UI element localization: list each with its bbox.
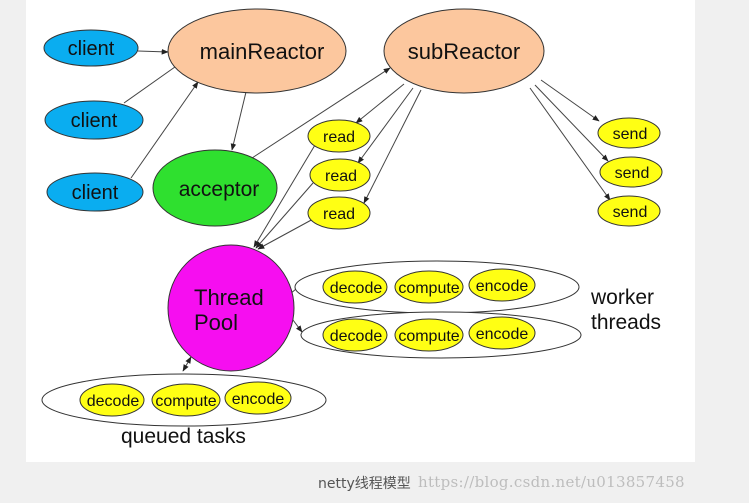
sub-reactor-label: subReactor bbox=[408, 39, 521, 64]
client-node-2-label: client bbox=[71, 110, 118, 132]
arrow-client1-main bbox=[137, 48, 169, 55]
read-node-2: read bbox=[309, 158, 371, 192]
send-node-2-label: send bbox=[615, 165, 650, 182]
acceptor-node: acceptor bbox=[152, 149, 278, 227]
client-node-1: client bbox=[43, 29, 139, 67]
arrow-sub-read1 bbox=[355, 83, 405, 124]
thread-pool-label-line2: Pool bbox=[194, 310, 238, 335]
worker-row-2: decode compute encode bbox=[322, 316, 536, 352]
arrow-main-acceptor bbox=[230, 91, 247, 151]
worker1-encode-label: encode bbox=[476, 278, 529, 295]
arrow-sub-read3 bbox=[363, 89, 422, 204]
worker-threads-label-line1: worker bbox=[590, 286, 654, 309]
arrow-sub-send2 bbox=[534, 84, 609, 162]
read-node-1: read bbox=[307, 119, 371, 153]
worker2-compute-label: compute bbox=[398, 328, 459, 345]
thread-pool-label-line1: Thread bbox=[194, 285, 264, 310]
arrow-client2-main bbox=[123, 61, 183, 104]
netty-thread-model-diagram: client client client mainReactor subReac… bbox=[41, 8, 663, 448]
arrow-sub-send3 bbox=[529, 87, 611, 201]
worker-row-1: decode compute encode bbox=[322, 268, 536, 304]
queued-compute-label: compute bbox=[155, 393, 216, 410]
send-node-3-label: send bbox=[613, 204, 648, 221]
read-node-2-label: read bbox=[325, 168, 357, 185]
queued-decode-label: decode bbox=[87, 393, 140, 410]
worker1-compute-label: compute bbox=[398, 280, 459, 297]
main-reactor-node: mainReactor bbox=[167, 8, 347, 94]
sub-reactor-node: subReactor bbox=[383, 8, 545, 94]
queued-row: decode compute encode bbox=[79, 381, 292, 417]
client-node-3-label: client bbox=[72, 182, 119, 204]
read-node-3: read bbox=[307, 196, 371, 230]
arrow-read3-pool bbox=[257, 217, 316, 250]
queued-tasks-label: queued tasks bbox=[121, 425, 246, 448]
send-node-1-label: send bbox=[613, 126, 648, 143]
send-node-1: send bbox=[597, 117, 661, 149]
arrow-pool-queue bbox=[182, 356, 192, 372]
read-node-1-label: read bbox=[323, 129, 355, 146]
client-node-3: client bbox=[46, 172, 144, 212]
send-node-3: send bbox=[597, 195, 661, 227]
read-node-3-label: read bbox=[323, 206, 355, 223]
client-node-2: client bbox=[44, 100, 144, 140]
client-node-1-label: client bbox=[68, 38, 115, 60]
watermark-url: https://blog.csdn.net/u013857458 bbox=[418, 473, 685, 491]
worker1-decode-label: decode bbox=[330, 280, 383, 297]
worker-threads-label-line2: threads bbox=[591, 311, 661, 334]
figure-caption: netty线程模型 bbox=[318, 476, 411, 492]
worker2-decode-label: decode bbox=[330, 328, 383, 345]
main-reactor-label: mainReactor bbox=[200, 39, 325, 64]
worker2-encode-label: encode bbox=[476, 326, 529, 343]
acceptor-label: acceptor bbox=[179, 178, 260, 201]
thread-pool-node: Thread Pool bbox=[167, 244, 295, 372]
queued-encode-label: encode bbox=[232, 391, 285, 408]
send-node-2: send bbox=[599, 156, 663, 188]
